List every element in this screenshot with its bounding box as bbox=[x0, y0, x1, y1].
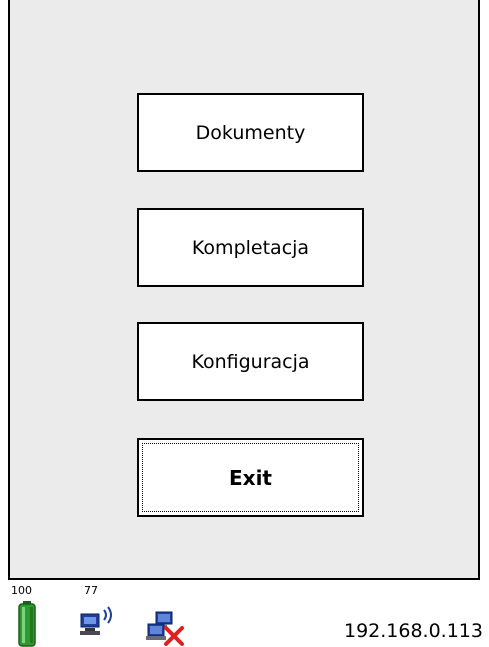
exit-button[interactable]: Exit bbox=[137, 438, 364, 517]
battery-icon[interactable] bbox=[18, 601, 36, 647]
documents-button[interactable]: Dokumenty bbox=[137, 93, 364, 172]
main-menu-window: Dokumenty Kompletacja Konfiguracja Exit bbox=[8, 0, 480, 580]
status-bar: 100 77 192.168.0.113 bbox=[0, 580, 489, 647]
configuration-button[interactable]: Konfiguracja bbox=[137, 322, 364, 401]
battery-level-text: 100 bbox=[11, 584, 32, 597]
network-disconnected-icon[interactable] bbox=[144, 610, 188, 647]
device-screen: Dokumenty Kompletacja Konfiguracja Exit … bbox=[0, 0, 489, 647]
picking-button[interactable]: Kompletacja bbox=[137, 208, 364, 287]
signal-level-text: 77 bbox=[84, 584, 98, 597]
wifi-signal-icon[interactable] bbox=[78, 606, 118, 642]
exit-button-label: Exit bbox=[142, 443, 359, 512]
ip-address: 192.168.0.113 bbox=[343, 620, 483, 642]
